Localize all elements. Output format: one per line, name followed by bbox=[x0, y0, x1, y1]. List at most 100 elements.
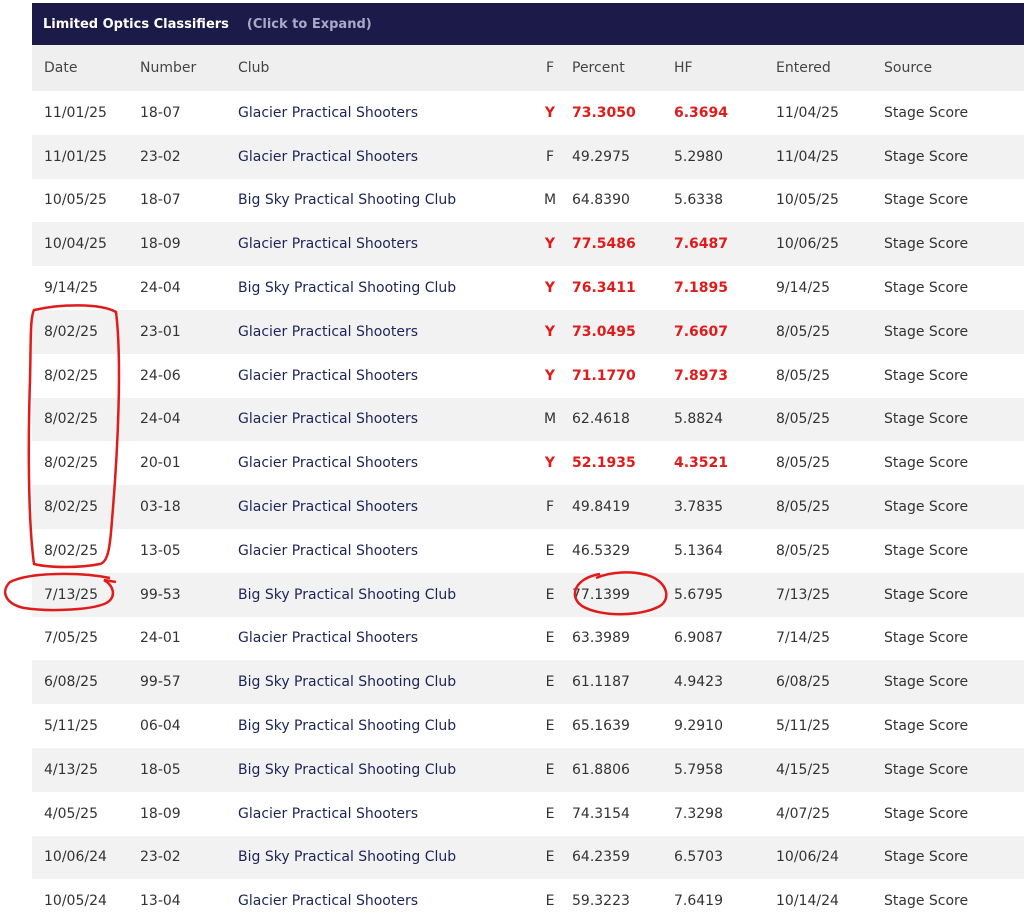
cell-entered: 8/05/25 bbox=[776, 542, 830, 559]
cell-club: Big Sky Practical Shooting Club bbox=[238, 280, 457, 297]
cell-source: Stage Score bbox=[884, 805, 969, 822]
cell-hf: 5.8824 bbox=[674, 411, 723, 428]
cell-club: Glacier Practical Shooters bbox=[238, 411, 418, 428]
cell-date: 9/14/25 bbox=[44, 280, 98, 297]
cell-number: 99-53 bbox=[140, 586, 181, 603]
cell-number: 24-04 bbox=[140, 411, 181, 428]
cell-entered: 4/07/25 bbox=[776, 805, 830, 822]
cell-hf: 5.6795 bbox=[674, 586, 723, 603]
cell-club: Glacier Practical Shooters bbox=[238, 148, 418, 165]
col-header-hf: HF bbox=[674, 60, 693, 76]
cell-club: Big Sky Practical Shooting Club bbox=[238, 761, 457, 778]
cell-club: Glacier Practical Shooters bbox=[238, 455, 418, 472]
col-header-source: Source bbox=[884, 60, 933, 76]
cell-date: 7/05/25 bbox=[44, 630, 98, 647]
cell-flag: Y bbox=[544, 104, 556, 121]
col-header-number: Number bbox=[140, 60, 197, 76]
table-row: 7/05/25 24-01 Glacier Practical Shooters E 6… bbox=[32, 616, 1024, 661]
cell-entered: 7/13/25 bbox=[776, 586, 830, 603]
cell-date: 6/08/25 bbox=[44, 674, 98, 691]
cell-flag: E bbox=[545, 761, 555, 778]
cell-source: Stage Score bbox=[884, 236, 969, 253]
cell-percent: 46.5329 bbox=[572, 542, 630, 559]
cell-percent: 52.1935 bbox=[572, 455, 636, 472]
cell-club: Glacier Practical Shooters bbox=[238, 104, 418, 121]
cell-date: 8/02/25 bbox=[44, 367, 98, 384]
cell-club: Big Sky Practical Shooting Club bbox=[238, 849, 457, 866]
cell-percent: 64.2359 bbox=[572, 849, 630, 866]
cell-club: Big Sky Practical Shooting Club bbox=[238, 192, 457, 209]
cell-hf: 7.8973 bbox=[674, 367, 729, 384]
cell-date: 10/06/24 bbox=[44, 849, 107, 866]
table-row: 5/11/25 06-04 Big Sky Practical Shooting C… bbox=[32, 704, 1024, 748]
cell-club: Glacier Practical Shooters bbox=[238, 499, 418, 516]
cell-number: 24-04 bbox=[140, 280, 181, 297]
cell-flag: E bbox=[545, 586, 555, 603]
cell-percent: 71.1770 bbox=[572, 367, 636, 384]
col-header-entered: Entered bbox=[776, 60, 831, 76]
cell-source: Stage Score bbox=[884, 893, 969, 910]
cell-date: 8/02/25 bbox=[44, 542, 98, 559]
table-row: 4/05/25 18-09 Glacier Practical Shooters E 7… bbox=[32, 791, 1024, 836]
table-row: 11/01/25 18-07 Glacier Practical Shooters Y… bbox=[32, 91, 1024, 135]
cell-entered: 6/08/25 bbox=[776, 674, 830, 691]
cell-entered: 7/14/25 bbox=[776, 630, 830, 647]
cell-entered: 8/05/25 bbox=[776, 455, 830, 472]
cell-number: 06-04 bbox=[140, 718, 181, 735]
cell-source: Stage Score bbox=[884, 367, 969, 384]
cell-hf: 5.1364 bbox=[674, 542, 723, 559]
cell-flag: Y bbox=[544, 367, 556, 384]
cell-entered: 11/04/25 bbox=[776, 148, 839, 165]
table-body: 11/01/25 18-07 Glacier Practical Shooters Y… bbox=[32, 91, 1024, 923]
cell-hf: 5.6338 bbox=[674, 192, 723, 209]
cell-club: Glacier Practical Shooters bbox=[238, 236, 418, 253]
cell-entered: 8/05/25 bbox=[776, 323, 830, 340]
cell-flag: M bbox=[543, 411, 557, 428]
cell-source: Stage Score bbox=[884, 192, 969, 209]
cell-club: Glacier Practical Shooters bbox=[238, 805, 418, 822]
cell-flag: Y bbox=[544, 455, 556, 472]
cell-percent: 49.2975 bbox=[572, 148, 630, 165]
cell-number: 23-02 bbox=[140, 148, 181, 165]
panel-header[interactable]: Limited Optics Classifiers (Click to Exp… bbox=[32, 3, 1024, 45]
cell-hf: 5.2980 bbox=[674, 148, 723, 165]
cell-hf: 5.7958 bbox=[674, 761, 723, 778]
cell-source: Stage Score bbox=[884, 280, 969, 297]
cell-entered: 10/06/24 bbox=[776, 849, 839, 866]
cell-hf: 6.5703 bbox=[674, 849, 723, 866]
panel-title: Limited Optics Classifiers bbox=[43, 16, 229, 32]
cell-flag: E bbox=[545, 893, 555, 910]
cell-hf: 7.6487 bbox=[674, 236, 729, 253]
cell-percent: 64.8390 bbox=[572, 192, 630, 209]
cell-club: Big Sky Practical Shooting Club bbox=[238, 674, 457, 691]
classifier-table: Date Number Club F Percent HF Entered So… bbox=[32, 45, 1024, 923]
cell-club: Glacier Practical Shooters bbox=[238, 323, 418, 340]
cell-percent: 61.8806 bbox=[572, 761, 630, 778]
cell-club: Big Sky Practical Shooting Club bbox=[238, 586, 457, 603]
classifier-panel: Limited Optics Classifiers (Click to Exp… bbox=[32, 3, 1024, 923]
cell-flag: Y bbox=[544, 323, 556, 340]
cell-number: 13-05 bbox=[140, 542, 181, 559]
cell-percent: 77.5486 bbox=[572, 236, 636, 253]
cell-entered: 10/06/25 bbox=[776, 236, 839, 253]
cell-date: 10/05/24 bbox=[44, 893, 107, 910]
expand-toggle[interactable]: (Click to Expand) bbox=[247, 17, 372, 32]
col-header-date: Date bbox=[44, 60, 78, 76]
table-row: 8/02/25 23-01 Glacier Practical Shooters Y 7… bbox=[32, 309, 1024, 354]
cell-flag: E bbox=[545, 674, 555, 691]
cell-percent: 76.3411 bbox=[572, 280, 636, 297]
cell-source: Stage Score bbox=[884, 586, 969, 603]
cell-source: Stage Score bbox=[884, 542, 969, 559]
cell-date: 8/02/25 bbox=[44, 499, 98, 516]
table-row: 8/02/25 20-01 Glacier Practical Shooters Y 5… bbox=[32, 441, 1024, 486]
cell-hf: 7.6419 bbox=[674, 893, 723, 910]
cell-date: 8/02/25 bbox=[44, 411, 98, 428]
cell-flag: F bbox=[545, 148, 555, 165]
cell-source: Stage Score bbox=[884, 104, 969, 121]
table-row: 10/06/24 23-02 Big Sky Practical Shooting … bbox=[32, 835, 1024, 880]
table-row: 7/13/25 99-53 Big Sky Practical Shooting C… bbox=[32, 572, 1024, 617]
cell-number: 13-04 bbox=[140, 893, 181, 910]
cell-date: 10/04/25 bbox=[44, 236, 107, 253]
cell-date: 5/11/25 bbox=[44, 718, 98, 735]
cell-date: 7/13/25 bbox=[44, 586, 98, 603]
